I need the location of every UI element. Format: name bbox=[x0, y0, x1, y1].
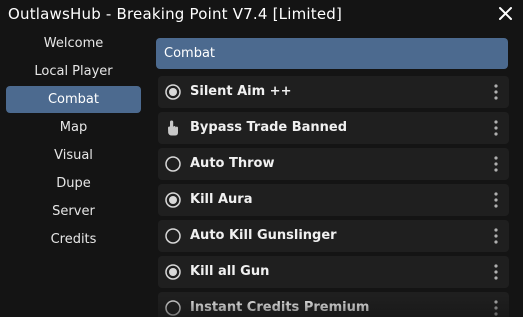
more-options-icon[interactable] bbox=[493, 155, 499, 173]
more-options-icon[interactable] bbox=[493, 227, 499, 245]
sidebar-item-label: Welcome bbox=[43, 36, 104, 51]
more-options-icon[interactable] bbox=[493, 119, 499, 137]
more-options-icon[interactable] bbox=[493, 191, 499, 209]
close-button[interactable] bbox=[495, 3, 517, 25]
title-bar[interactable]: OutlawsHub - Breaking Point V7.4 [Limite… bbox=[0, 0, 523, 32]
option-row-kill-all-gun[interactable]: Kill all Gun bbox=[158, 256, 509, 288]
section-title: Combat bbox=[164, 46, 216, 61]
more-options-icon[interactable] bbox=[493, 263, 499, 281]
sidebar-item-label: Local Player bbox=[34, 64, 113, 79]
sidebar-item-welcome[interactable]: Welcome bbox=[6, 30, 141, 57]
radio-checked-icon[interactable] bbox=[164, 263, 182, 281]
more-options-icon[interactable] bbox=[493, 299, 499, 317]
main-content: Combat Silent Aim ++ Bypass Trade Banned… bbox=[148, 32, 523, 317]
window-title: OutlawsHub - Breaking Point V7.4 [Limite… bbox=[8, 5, 343, 23]
option-row-instant-credits-premium[interactable]: Instant Credits Premium bbox=[158, 292, 509, 317]
sidebar-item-credits[interactable]: Credits bbox=[6, 226, 141, 253]
option-label: Instant Credits Premium bbox=[190, 300, 370, 315]
option-row-bypass-trade-banned[interactable]: Bypass Trade Banned bbox=[158, 112, 509, 144]
sidebar-item-label: Map bbox=[59, 120, 88, 135]
sidebar-item-map[interactable]: Map bbox=[6, 114, 141, 141]
option-label: Kill Aura bbox=[190, 192, 253, 207]
app-window: OutlawsHub - Breaking Point V7.4 [Limite… bbox=[0, 0, 523, 317]
sidebar-item-local-player[interactable]: Local Player bbox=[6, 58, 141, 85]
radio-checked-icon[interactable] bbox=[164, 83, 182, 101]
radio-empty-icon[interactable] bbox=[164, 155, 182, 173]
option-row-auto-throw[interactable]: Auto Throw bbox=[158, 148, 509, 180]
option-label: Bypass Trade Banned bbox=[190, 120, 348, 135]
sidebar-item-label: Visual bbox=[54, 148, 93, 163]
radio-checked-icon[interactable] bbox=[164, 191, 182, 209]
more-options-icon[interactable] bbox=[493, 83, 499, 101]
option-label: Auto Throw bbox=[190, 156, 275, 171]
option-label: Kill all Gun bbox=[190, 264, 270, 279]
sidebar-item-visual[interactable]: Visual bbox=[6, 142, 141, 169]
sidebar-item-label: Server bbox=[52, 204, 95, 219]
sidebar-item-label: Credits bbox=[50, 232, 97, 247]
sidebar-item-combat[interactable]: Combat bbox=[6, 86, 141, 113]
option-label: Auto Kill Gunslinger bbox=[190, 228, 337, 243]
sidebar-item-dupe[interactable]: Dupe bbox=[6, 170, 141, 197]
sidebar-item-label: Combat bbox=[47, 92, 99, 107]
hand-pointer-icon[interactable] bbox=[164, 119, 182, 137]
option-row-auto-kill-gunslinger[interactable]: Auto Kill Gunslinger bbox=[158, 220, 509, 252]
section-header: Combat bbox=[156, 38, 508, 69]
sidebar-item-label: Dupe bbox=[56, 176, 91, 191]
radio-empty-icon[interactable] bbox=[164, 227, 182, 245]
option-row-kill-aura[interactable]: Kill Aura bbox=[158, 184, 509, 216]
radio-empty-icon[interactable] bbox=[164, 299, 182, 317]
sidebar: Welcome Local Player Combat Map Visual D… bbox=[0, 32, 148, 317]
option-row-silent-aim[interactable]: Silent Aim ++ bbox=[158, 76, 509, 108]
close-icon bbox=[499, 7, 512, 20]
option-label: Silent Aim ++ bbox=[190, 84, 292, 99]
sidebar-item-server[interactable]: Server bbox=[6, 198, 141, 225]
